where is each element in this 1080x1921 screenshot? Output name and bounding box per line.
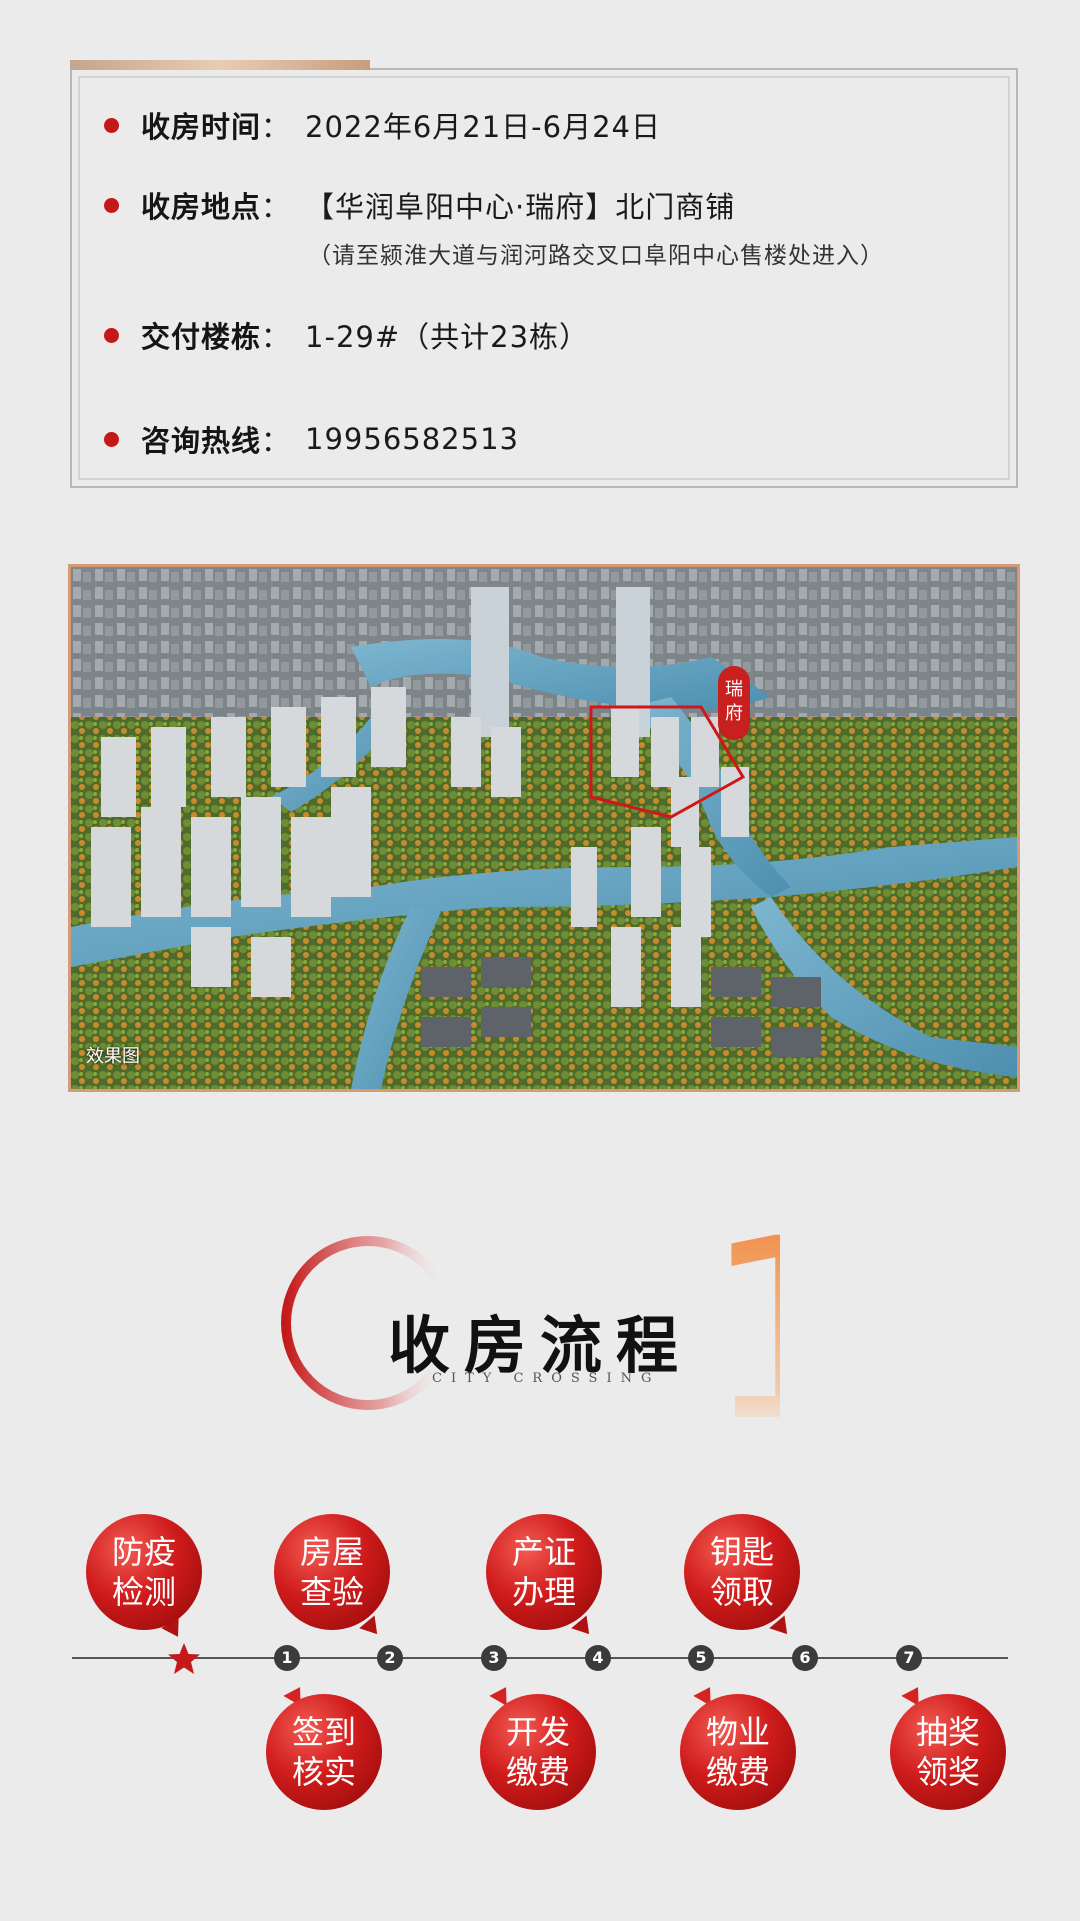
timeline-line xyxy=(72,1657,1008,1659)
info-colon: ： xyxy=(261,110,292,144)
step-line: 物业 xyxy=(705,1713,770,1751)
info-value: 【华润阜阳中心·瑞府】北门商铺 xyxy=(305,190,736,224)
step-line: 缴费 xyxy=(705,1753,770,1791)
step-line: 房屋 xyxy=(299,1533,364,1571)
step-line: 办理 xyxy=(511,1573,576,1611)
step-bubble-sign-in: 签到 核实 xyxy=(266,1694,382,1810)
step-line: 领奖 xyxy=(915,1753,980,1791)
bullet-icon xyxy=(104,431,119,447)
step-number: 4 xyxy=(585,1645,611,1671)
step-bubble-developer-payment: 开发 缴费 xyxy=(480,1694,596,1810)
star-icon xyxy=(168,1643,200,1674)
info-label: 交付楼栋 xyxy=(141,320,262,354)
step-line: 防疫 xyxy=(111,1533,176,1571)
step-number: 2 xyxy=(377,1645,403,1671)
bullet-icon xyxy=(104,327,119,343)
info-colon: ： xyxy=(261,190,292,224)
rendering-caption: 效果图 xyxy=(86,1046,140,1067)
step-number: 5 xyxy=(688,1645,714,1671)
step-line: 检测 xyxy=(111,1573,176,1611)
step-number: 7 xyxy=(896,1645,922,1671)
section-subtitle: CITY CROSSING xyxy=(432,1371,661,1386)
step-bubble-certificate: 产证 办理 xyxy=(486,1514,602,1630)
bullet-icon xyxy=(104,197,119,213)
step-bubble-lottery: 抽奖 领奖 xyxy=(890,1694,1006,1810)
section-number: 1 xyxy=(704,1205,780,1435)
ruifu-location-tag: 瑞府 xyxy=(718,666,750,740)
step-bubble-key-collection: 钥匙 领取 xyxy=(684,1514,800,1630)
hotline-number[interactable]: 19956582513 xyxy=(305,422,519,456)
info-row-location: 收房地点 ： 【华润阜阳中心·瑞府】北门商铺 xyxy=(104,184,735,226)
info-row-hotline: 咨询热线 ： 19956582513 xyxy=(104,418,519,460)
step-line: 钥匙 xyxy=(709,1533,774,1571)
info-colon: ： xyxy=(261,320,292,354)
step-line: 签到 xyxy=(291,1713,356,1751)
step-line: 产证 xyxy=(511,1533,576,1571)
step-line: 核实 xyxy=(291,1753,356,1791)
info-row-buildings: 交付楼栋 ： 1-29#（共计23栋） xyxy=(104,314,589,356)
step-line: 查验 xyxy=(299,1573,364,1611)
card-accent-bar xyxy=(70,60,370,70)
info-row-time: 收房时间 ： 2022年6月21日-6月24日 xyxy=(104,104,661,146)
aerial-rendering-image xyxy=(68,564,1020,1092)
step-number: 3 xyxy=(481,1645,507,1671)
step-line: 开发 xyxy=(505,1713,570,1751)
bullet-icon xyxy=(104,117,119,133)
aerial-illustration xyxy=(71,567,1017,1089)
section-number-graphic: 1 xyxy=(704,1205,780,1435)
step-bubble-epidemic-check: 防疫 检测 xyxy=(86,1514,202,1630)
step-number: 1 xyxy=(274,1645,300,1671)
step-line: 领取 xyxy=(709,1573,774,1611)
step-bubble-property-payment: 物业 缴费 xyxy=(680,1694,796,1810)
info-value: 2022年6月21日-6月24日 xyxy=(305,110,662,144)
info-label: 收房时间 xyxy=(141,110,262,144)
step-line: 抽奖 xyxy=(915,1713,980,1751)
step-number: 6 xyxy=(792,1645,818,1671)
location-note: （请至颍淮大道与润河路交叉口阜阳中心售楼处进入） xyxy=(308,243,884,269)
step-bubble-house-inspection: 房屋 查验 xyxy=(274,1514,390,1630)
info-label: 咨询热线 xyxy=(141,424,262,458)
info-colon: ： xyxy=(261,424,292,458)
info-value: 1-29#（共计23栋） xyxy=(305,320,590,354)
step-line: 缴费 xyxy=(505,1753,570,1791)
info-label: 收房地点 xyxy=(141,190,262,224)
